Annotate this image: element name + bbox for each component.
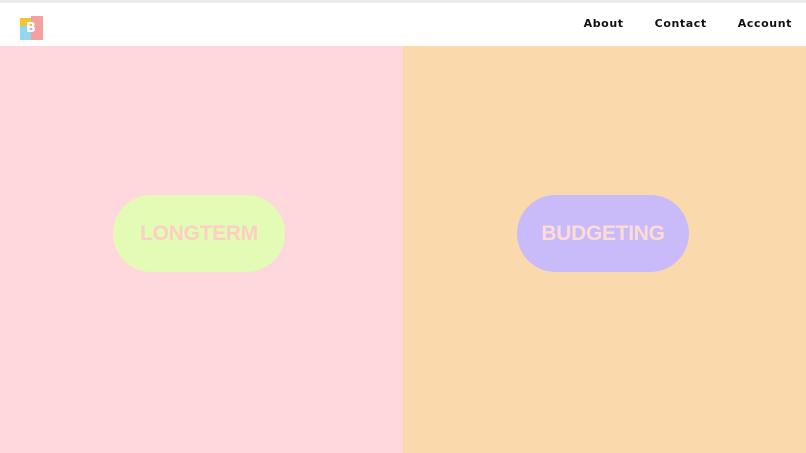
- budgeting-panel: BUDGETING: [403, 46, 806, 453]
- nav-account-link[interactable]: Account: [738, 17, 792, 30]
- nav-about-link[interactable]: About: [584, 17, 624, 30]
- logo[interactable]: B: [20, 16, 43, 40]
- main-nav: About Contact Account: [584, 17, 792, 30]
- logo-letter: B: [26, 21, 36, 36]
- budgeting-button[interactable]: BUDGETING: [517, 195, 689, 272]
- navbar: B About Contact Account: [0, 3, 806, 46]
- longterm-panel: LONGTERM: [0, 46, 403, 453]
- nav-contact-link[interactable]: Contact: [655, 17, 707, 30]
- longterm-button[interactable]: LONGTERM: [113, 195, 285, 272]
